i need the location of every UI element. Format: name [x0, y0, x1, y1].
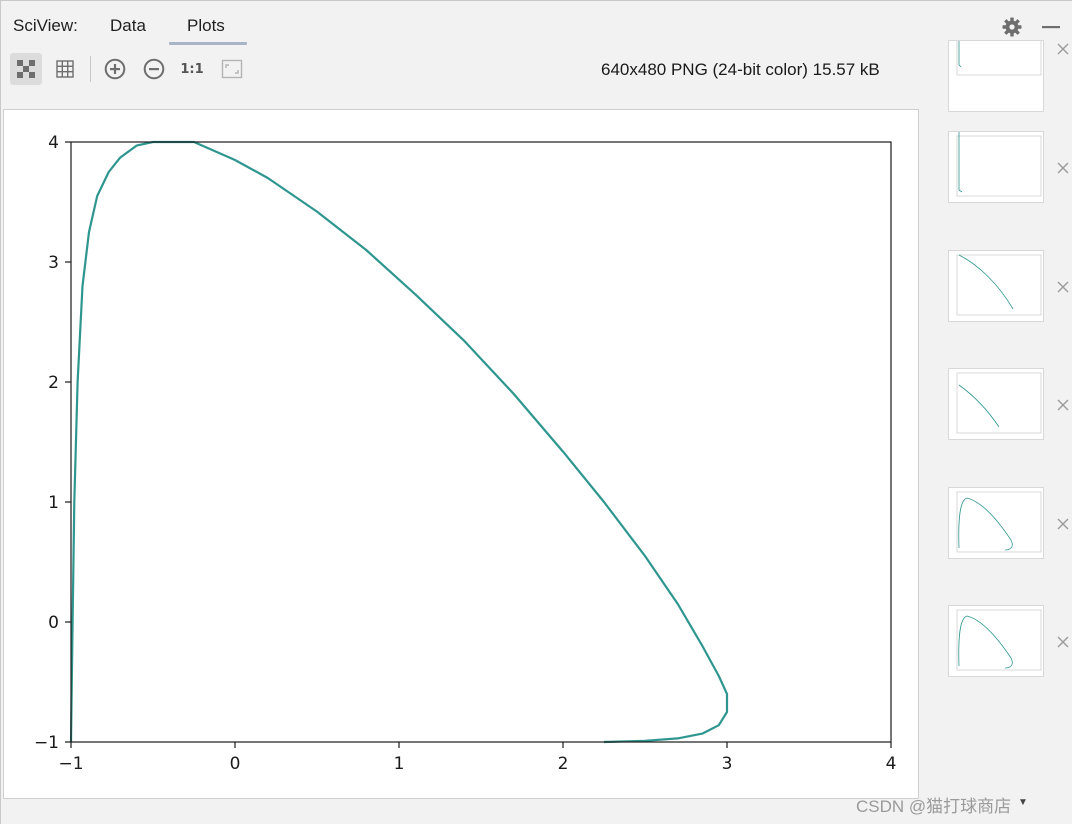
thumbnail-axes — [956, 491, 1042, 553]
x-tick-label: 2 — [558, 754, 569, 774]
plot-thumbnail[interactable] — [948, 131, 1044, 203]
close-icon[interactable] — [1056, 42, 1070, 56]
y-tick-label: 0 — [48, 613, 59, 633]
x-tick-label: 1 — [394, 754, 405, 774]
plot-thumbnail[interactable] — [948, 487, 1044, 559]
plot-thumbnail[interactable] — [948, 40, 1044, 112]
sciview-title: SciView: — [13, 16, 78, 35]
thumbnail-axes — [956, 254, 1042, 316]
thumbnail-line — [958, 254, 1014, 310]
plot-ticks: −1 0 1 2 3 4 −1 0 1 2 3 4 — [34, 133, 896, 774]
y-tick-label: 2 — [48, 373, 59, 393]
plot-thumbnail[interactable] — [948, 605, 1044, 677]
y-tick-label: 4 — [48, 133, 59, 153]
main-plot: −1 0 1 2 3 4 −1 0 1 2 3 4 — [34, 133, 896, 774]
close-icon[interactable] — [1056, 161, 1070, 175]
thumbnail-axes — [956, 609, 1042, 671]
thumbnail-line — [958, 497, 1013, 551]
zoom-out-icon[interactable] — [138, 53, 170, 85]
image-info: 640x480 PNG (24-bit color) 15.57 kB — [601, 60, 880, 79]
tab-plots[interactable]: Plots — [187, 16, 225, 36]
checkerboard-icon[interactable] — [10, 53, 42, 85]
axes-frame — [70, 141, 892, 743]
sciview-header: SciView: Data Plots — [0, 0, 1072, 48]
plot-toolbar: 1:1 640x480 PNG (24-bit color) 15.57 kB — [0, 50, 940, 90]
y-tick-label: 1 — [48, 493, 59, 513]
y-tick-label: 3 — [48, 253, 59, 273]
thumbnail-axes — [956, 41, 1042, 76]
toolbar-separator — [90, 56, 91, 82]
thumbnail-axes — [956, 372, 1042, 434]
x-tick-label: 0 — [230, 754, 241, 774]
grid-icon[interactable] — [49, 53, 81, 85]
close-icon[interactable] — [1056, 517, 1070, 531]
thumbnail-axes — [956, 135, 1042, 197]
plot-series — [69, 140, 729, 744]
gear-icon[interactable] — [1001, 16, 1023, 38]
plot-axes — [70, 141, 892, 743]
x-tick-label: 4 — [886, 754, 897, 774]
zoom-in-icon[interactable] — [99, 53, 131, 85]
actual-size-icon[interactable]: 1:1 — [176, 53, 208, 85]
thumbnail-panel — [940, 40, 1072, 824]
active-tab-indicator — [169, 42, 247, 45]
plot-thumbnail[interactable] — [948, 250, 1044, 322]
chevron-down-icon[interactable]: ▼ — [1018, 797, 1028, 808]
plot-thumbnail[interactable] — [948, 368, 1044, 440]
fit-window-icon[interactable] — [216, 53, 248, 85]
close-icon[interactable] — [1056, 280, 1070, 294]
actual-size-label: 1:1 — [180, 61, 204, 77]
thumbnail-line — [958, 132, 963, 193]
x-tick-label: −1 — [58, 754, 83, 774]
close-icon[interactable] — [1056, 398, 1070, 412]
thumbnail-line — [958, 41, 962, 68]
plot-canvas[interactable]: −1 0 1 2 3 4 −1 0 1 2 3 4 — [3, 109, 919, 799]
watermark: CSDN @猫打球商店 — [856, 797, 1012, 816]
minimize-icon[interactable] — [1040, 16, 1062, 38]
tab-data[interactable]: Data — [110, 16, 146, 36]
series-line — [69, 140, 729, 744]
thumbnail-line — [958, 384, 1000, 428]
y-tick-label: −1 — [34, 733, 59, 753]
x-tick-label: 3 — [722, 754, 733, 774]
thumbnail-line — [958, 615, 1013, 669]
close-icon[interactable] — [1056, 635, 1070, 649]
